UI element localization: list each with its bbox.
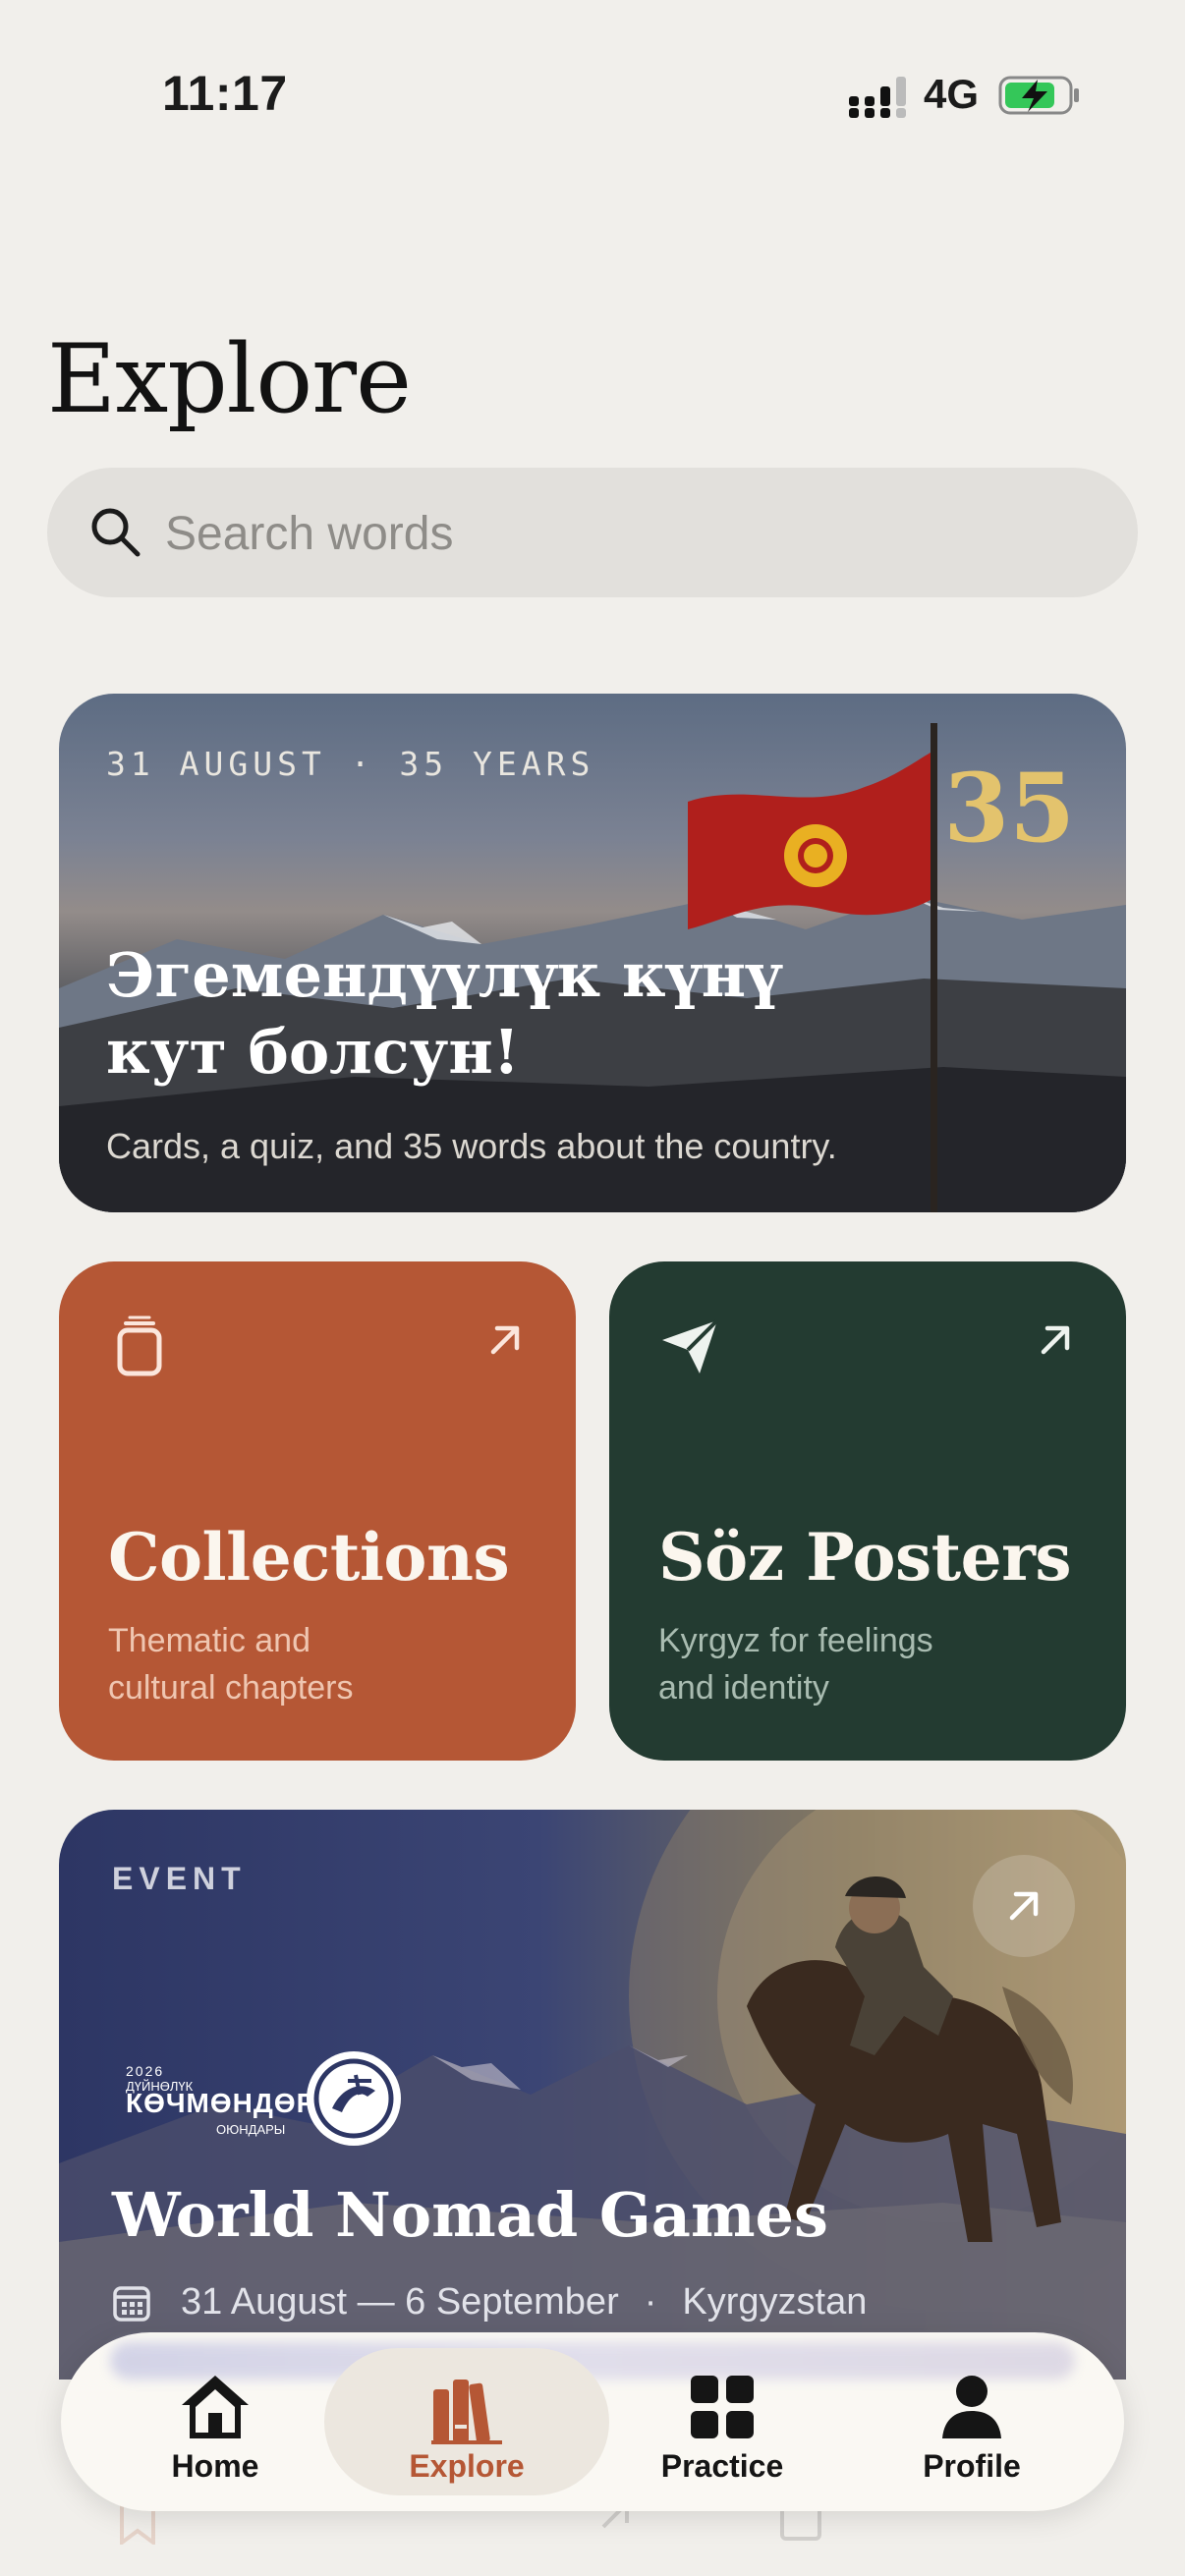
world-nomad-games-card[interactable]: EVENT 2026 ДҮЙНӨЛҮК КӨЧМӨНДӨР ОЮНДАРЫ Wo… [59,1810,1126,2380]
person-icon [942,2376,1001,2438]
signal-icon [849,77,906,118]
network-type: 4G [924,71,980,117]
event-location: Kyrgyzstan [682,2281,868,2323]
event-date-row: 31 August — 6 September · Kyrgyzstan [112,2281,867,2324]
paper-plane-icon [662,1318,719,1373]
status-time: 11:17 [162,66,288,121]
logo-year: 2026 [126,2063,165,2079]
event-open-button[interactable] [973,1855,1075,1957]
grid-icon [691,2376,754,2438]
arrow-up-right-icon [1041,1325,1070,1355]
cards-icon [117,1316,162,1376]
hero-subtitle: Cards, a quiz, and 35 words about the co… [106,1126,837,1166]
arrow-up-right-icon [490,1325,520,1355]
arrow-up-right-icon [1009,1891,1039,1921]
tab-home-label: Home [171,2448,259,2484]
tab-home[interactable]: Home [90,2332,340,2511]
event-title: World Nomad Games [112,2179,828,2251]
hero-headline-line2: кут болсун! [106,1016,520,1088]
event-dates: 31 August — 6 September [181,2281,619,2323]
tab-practice[interactable]: Practice [597,2332,847,2511]
search-bar[interactable] [47,468,1138,597]
independence-day-card[interactable]: 31 AUGUST · 35 YEARS 35 Эгемендүүлүк күн… [59,694,1126,1212]
search-icon [91,508,141,557]
hero-meta: 31 AUGUST · 35 YEARS [106,745,595,783]
separator-dot: · [644,2281,657,2323]
collections-description: Thematic and cultural chapters [108,1622,354,1707]
tab-explore[interactable]: Explore [324,2348,609,2495]
tab-profile-label: Profile [923,2448,1021,2484]
hero-badge-number: 35 [943,753,1075,864]
logo-sub-text: ОЮНДАРЫ [216,2122,286,2137]
page-title: Explore [47,324,412,434]
tab-profile[interactable]: Profile [847,2332,1097,2511]
collections-title: Collections [108,1519,510,1596]
books-icon [431,2380,502,2444]
bottom-tab-bar: Home Explore Practice Profile [61,2332,1124,2511]
games-emblem-icon [307,2051,401,2146]
tab-explore-label: Explore [409,2448,525,2484]
soz-posters-title: Söz Posters [658,1519,1072,1596]
hero-headline: Эгемендүүлүк күнү кут болсун! [106,937,794,1091]
hero-headline-line1: Эгемендүүлүк күнү [106,939,782,1011]
soz-posters-tile[interactable]: Söz Posters Kyrgyz for feelings and ident… [609,1261,1126,1761]
tab-practice-label: Practice [660,2448,784,2484]
soz-posters-description: Kyrgyz for feelings and identity [658,1622,933,1707]
logo-main-text: КӨЧМӨНДӨР [126,2088,316,2118]
search-input[interactable] [163,489,1051,578]
calendar-icon [113,2285,150,2322]
collections-tile[interactable]: Collections Thematic and cultural chapter… [59,1261,576,1761]
battery-charging-icon [998,76,1079,115]
home-icon [182,2376,249,2438]
event-label: EVENT [112,1861,247,1896]
